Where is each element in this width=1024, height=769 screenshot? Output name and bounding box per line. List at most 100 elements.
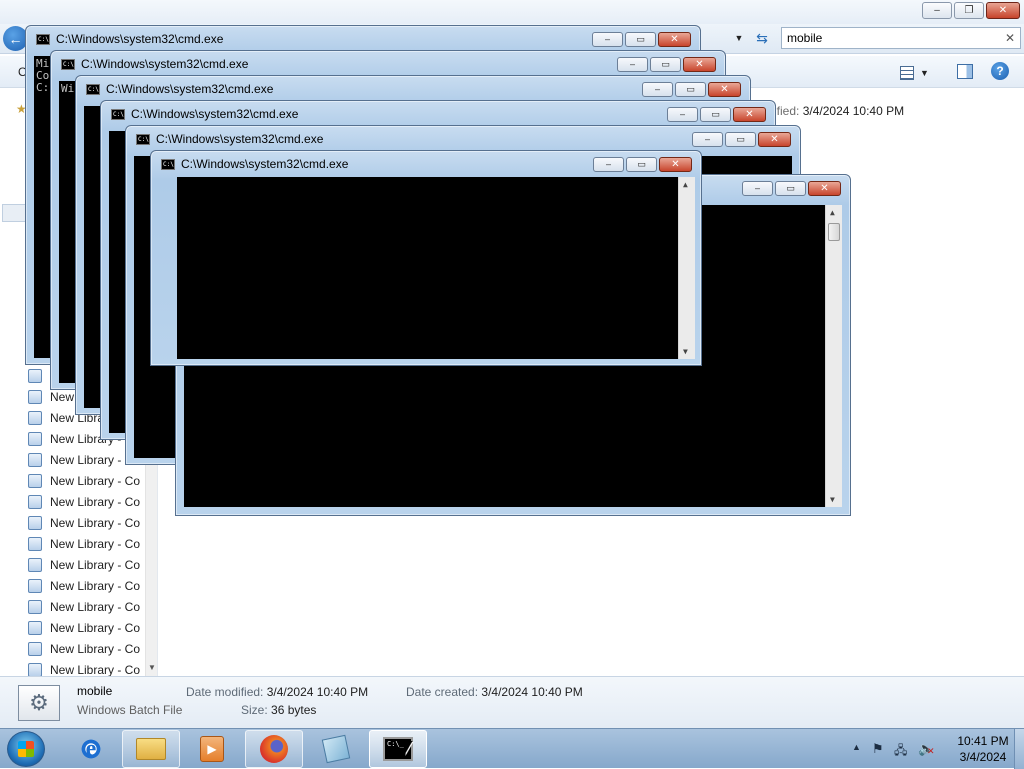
cmd-titlebar[interactable]: C:\ C:\Windows\system32\cmd.exe – ▭ ✕ — [151, 151, 701, 176]
scroll-down-arrow-icon[interactable]: ▼ — [148, 663, 156, 672]
date-modified-value: 3/4/2024 10:40 PM — [266, 685, 369, 699]
scroll-up-arrow-icon[interactable]: ▲ — [683, 180, 688, 189]
system-tray: ▲ ⚑ 🖧 🔈 ✕ 10:41 PM 3/4/2024 — [834, 729, 1024, 769]
cmd-console-area[interactable]: ▲ ▼ — [177, 177, 695, 359]
scroll-up-arrow-icon[interactable]: ▲ — [830, 208, 835, 217]
cmd-close-button[interactable]: ✕ — [808, 181, 841, 196]
library-list-item[interactable]: New Library - Co — [28, 638, 143, 659]
cmd-minimize-button[interactable]: – — [593, 157, 624, 172]
cmd-close-button[interactable]: ✕ — [659, 157, 692, 172]
cmd-close-button[interactable]: ✕ — [733, 107, 766, 122]
cmd-close-button[interactable]: ✕ — [683, 57, 716, 72]
library-list-item[interactable]: New Library - Co — [28, 470, 143, 491]
preview-pane-button[interactable] — [957, 64, 973, 79]
cmd-scrollbar[interactable]: ▲ ▼ — [825, 205, 842, 507]
library-item-label: New Library - Co — [50, 473, 141, 488]
explorer-titlebar: – ❐ ✕ — [0, 0, 1024, 24]
mouse-cursor-icon — [404, 741, 413, 755]
show-desktop-button[interactable] — [1014, 729, 1024, 769]
cmd-window-title: C:\Windows\system32\cmd.exe — [156, 132, 324, 146]
scroll-thumb[interactable] — [828, 223, 840, 241]
cmd-caption-buttons: – ▭ ✕ — [592, 32, 691, 47]
taskbar-command-prompt[interactable]: C:\_ — [369, 730, 427, 768]
cmd-maximize-button[interactable]: ▭ — [700, 107, 731, 122]
command-prompt-icon: C:\ — [36, 34, 50, 45]
clock[interactable]: 10:41 PM 3/4/2024 — [952, 733, 1014, 765]
cmd-maximize-button[interactable]: ▭ — [725, 132, 756, 147]
taskbar-firefox[interactable] — [245, 730, 303, 768]
command-prompt-icon: C:\ — [111, 109, 125, 120]
refresh-button[interactable]: ⇆ — [752, 28, 772, 48]
help-icon[interactable]: ? — [991, 62, 1009, 80]
library-item-label: New Library - Co — [50, 536, 141, 551]
start-button[interactable] — [7, 731, 45, 767]
cmd-caption-buttons: – ▭ ✕ — [642, 82, 741, 97]
explorer-maximize-button[interactable]: ❐ — [954, 2, 984, 19]
command-prompt-icon: C:\ — [61, 59, 75, 70]
cmd-titlebar[interactable]: C:\ C:\Windows\system32\cmd.exe – ▭ ✕ — [26, 26, 700, 51]
cmd-minimize-button[interactable]: – — [642, 82, 673, 97]
action-center-flag-icon[interactable]: ⚑ — [872, 741, 884, 757]
refresh-icon: ⇆ — [756, 29, 768, 46]
library-list-item[interactable]: New Library - Co — [28, 512, 143, 533]
library-list-item[interactable]: New Library - Co — [28, 554, 143, 575]
selected-nav-item[interactable] — [2, 204, 26, 222]
change-view-button[interactable]: ▼ — [900, 64, 938, 82]
cmd-minimize-button[interactable]: – — [742, 181, 773, 196]
cmd-minimize-button[interactable]: – — [692, 132, 723, 147]
clock-time: 10:41 PM — [957, 734, 1009, 748]
cmd-window[interactable]: C:\ C:\Windows\system32\cmd.exe – ▭ ✕ ▲ ▼ — [150, 150, 702, 366]
show-hidden-icons-button[interactable]: ▲ — [852, 742, 861, 752]
cmd-minimize-button[interactable]: – — [667, 107, 698, 122]
date-modified-value: 3/4/2024 10:40 PM — [802, 104, 905, 118]
cmd-titlebar[interactable]: C:\ C:\Windows\system32\cmd.exe – ▭ ✕ — [126, 126, 800, 151]
cmd-titlebar[interactable]: C:\ C:\Windows\system32\cmd.exe – ▭ ✕ — [101, 101, 775, 126]
cmd-titlebar[interactable]: C:\ C:\Windows\system32\cmd.exe – ▭ ✕ — [51, 51, 725, 76]
clear-search-icon[interactable]: ✕ — [1005, 31, 1015, 45]
library-item-label: New Library - Co — [50, 599, 141, 614]
library-list-item[interactable]: New Library - Co — [28, 617, 143, 638]
cmd-titlebar[interactable]: C:\ C:\Windows\system32\cmd.exe – ▭ ✕ — [76, 76, 750, 101]
explorer-minimize-button[interactable]: – — [922, 2, 952, 19]
library-icon — [28, 578, 42, 593]
cmd-maximize-button[interactable]: ▭ — [650, 57, 681, 72]
date-modified-label: ified: — [774, 104, 800, 118]
address-dropdown-button[interactable]: ▼ — [730, 28, 748, 48]
explorer-close-button[interactable]: ✕ — [986, 2, 1020, 19]
taskbar-windows-explorer[interactable] — [122, 730, 180, 768]
cmd-maximize-button[interactable]: ▭ — [675, 82, 706, 97]
cmd-close-button[interactable]: ✕ — [658, 32, 691, 47]
library-list-item[interactable]: New Library - Co — [28, 533, 143, 554]
network-icon[interactable]: 🖧 — [894, 741, 907, 762]
library-icon — [28, 494, 42, 509]
cmd-window-title: C:\Windows\system32\cmd.exe — [106, 82, 274, 96]
taskbar-internet-explorer[interactable]: e — [62, 730, 120, 768]
library-list-item[interactable]: New Library - Co — [28, 659, 143, 676]
cmd-scrollbar[interactable]: ▲ ▼ — [678, 177, 695, 359]
taskbar-media-player[interactable]: ▶ — [183, 730, 241, 768]
cmd-maximize-button[interactable]: ▭ — [775, 181, 806, 196]
library-icon — [28, 473, 42, 488]
library-list-item[interactable]: New Library - Co — [28, 575, 143, 596]
scroll-down-arrow-icon[interactable]: ▼ — [830, 495, 835, 504]
scroll-down-arrow-icon[interactable]: ▼ — [683, 347, 688, 356]
library-list-item[interactable]: New Library - Co — [28, 596, 143, 617]
library-item-label: New Library - Co — [50, 662, 141, 677]
library-icon — [28, 557, 42, 572]
cmd-minimize-button[interactable]: – — [592, 32, 623, 47]
library-list-item[interactable]: New Library - Co — [28, 491, 143, 512]
taskbar-notepad[interactable] — [307, 730, 365, 768]
volume-muted-icon: ✕ — [927, 746, 935, 756]
cmd-caption-buttons: – ▭ ✕ — [742, 181, 841, 196]
file-name: mobile — [77, 684, 113, 698]
library-icon — [28, 368, 42, 383]
cmd-close-button[interactable]: ✕ — [708, 82, 741, 97]
cmd-minimize-button[interactable]: – — [617, 57, 648, 72]
cmd-maximize-button[interactable]: ▭ — [625, 32, 656, 47]
cmd-maximize-button[interactable]: ▭ — [626, 157, 657, 172]
cmd-caption-buttons: – ▭ ✕ — [617, 57, 716, 72]
search-box[interactable]: mobile ✕ — [781, 27, 1021, 49]
search-input[interactable]: mobile — [787, 31, 1005, 45]
date-modified-label: Date modified: — [186, 685, 264, 699]
cmd-close-button[interactable]: ✕ — [758, 132, 791, 147]
